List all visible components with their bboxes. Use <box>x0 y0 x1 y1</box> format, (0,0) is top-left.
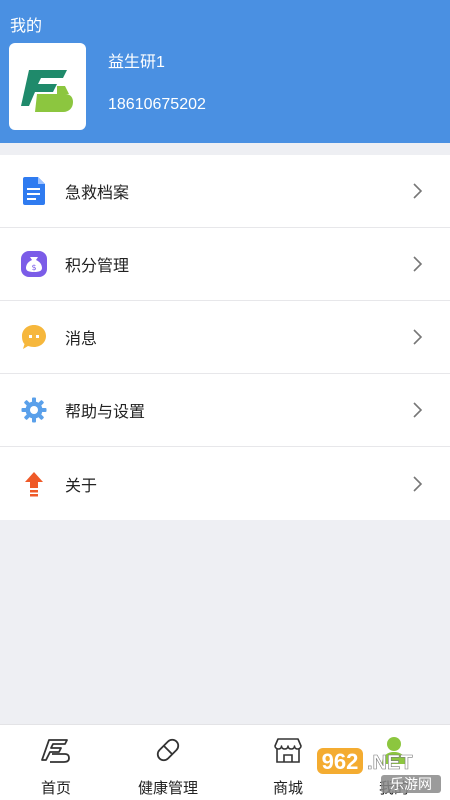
profile-header: 我的 益生研1 18610675202 <box>0 0 450 143</box>
page-title: 我的 <box>10 18 43 35</box>
chevron-right-icon <box>413 402 423 418</box>
menu-item-label: 消息 <box>65 331 98 348</box>
chevron-right-icon <box>413 256 423 272</box>
menu-list: 急救档案 $ 积分管理 消息 帮助与设置 关于 <box>0 155 450 520</box>
menu-item-help-settings[interactable]: 帮助与设置 <box>0 374 450 447</box>
chevron-right-icon <box>413 475 423 492</box>
menu-item-first-aid-record[interactable]: 急救档案 <box>0 155 450 228</box>
menu-item-label: 帮助与设置 <box>65 404 146 421</box>
tab-home[interactable]: 首页 <box>0 725 112 800</box>
username: 益生研1 <box>108 54 165 71</box>
watermark-number: 962 <box>322 749 359 774</box>
upload-arrow-icon <box>20 470 48 498</box>
app-logo-icon <box>20 69 73 112</box>
tab-label: 健康管理 <box>137 780 198 797</box>
menu-item-label: 关于 <box>65 477 98 495</box>
document-icon <box>20 177 48 205</box>
menu-item-about[interactable]: 关于 <box>0 447 450 520</box>
tab-health-management[interactable]: 健康管理 <box>112 725 224 800</box>
menu-item-label: 急救档案 <box>65 185 130 202</box>
gear-icon <box>20 396 48 424</box>
phone-number: 18610675202 <box>108 96 206 113</box>
chat-bubble-icon <box>20 323 48 351</box>
menu-item-points-management[interactable]: $ 积分管理 <box>0 228 450 301</box>
tab-label: 首页 <box>40 780 71 797</box>
chevron-right-icon <box>413 183 423 199</box>
shop-icon <box>274 738 302 763</box>
site-watermark: 962 .NET 乐游网 <box>317 748 441 793</box>
watermark-text: 乐游网 <box>390 777 432 793</box>
menu-item-messages[interactable]: 消息 <box>0 301 450 374</box>
home-logo-icon <box>41 739 70 763</box>
menu-item-label: 积分管理 <box>65 258 130 275</box>
svg-text:$: $ <box>31 263 36 272</box>
watermark-suffix: .NET <box>367 752 413 774</box>
money-bag-icon: $ <box>20 250 48 278</box>
chevron-right-icon <box>413 329 423 345</box>
capsule-icon <box>156 738 180 762</box>
avatar[interactable] <box>9 43 86 130</box>
